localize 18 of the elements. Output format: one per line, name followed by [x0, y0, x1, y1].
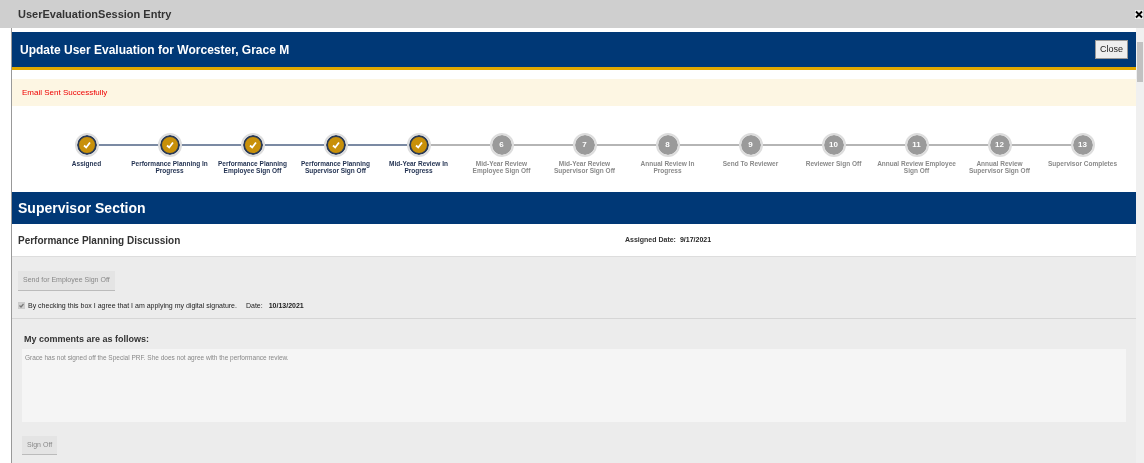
signature-checkbox[interactable] — [18, 302, 25, 310]
close-button[interactable]: Close — [1095, 39, 1128, 60]
close-icon[interactable] — [1135, 9, 1143, 19]
scrollbar-thumb[interactable] — [1137, 42, 1143, 82]
step-number: 6 — [491, 135, 512, 155]
step-number: 11 — [906, 135, 927, 155]
step-number: 12 — [989, 135, 1010, 155]
success-message: Email Sent Successfully — [22, 86, 108, 99]
section-title: Supervisor Section — [18, 198, 146, 218]
subsection-title: Performance Planning Discussion — [18, 233, 182, 248]
comments-label: My comments are as follows: — [24, 333, 151, 346]
step-number: 7 — [574, 135, 595, 155]
step-number: 9 — [740, 135, 761, 155]
step-number: 10 — [823, 135, 844, 155]
page-title: Update User Evaluation for Worcester, Grace M — [20, 41, 290, 59]
step-number: 13 — [1072, 135, 1093, 155]
window-title: UserEvaluationSession Entry — [18, 6, 172, 22]
step-number: 8 — [657, 135, 678, 155]
